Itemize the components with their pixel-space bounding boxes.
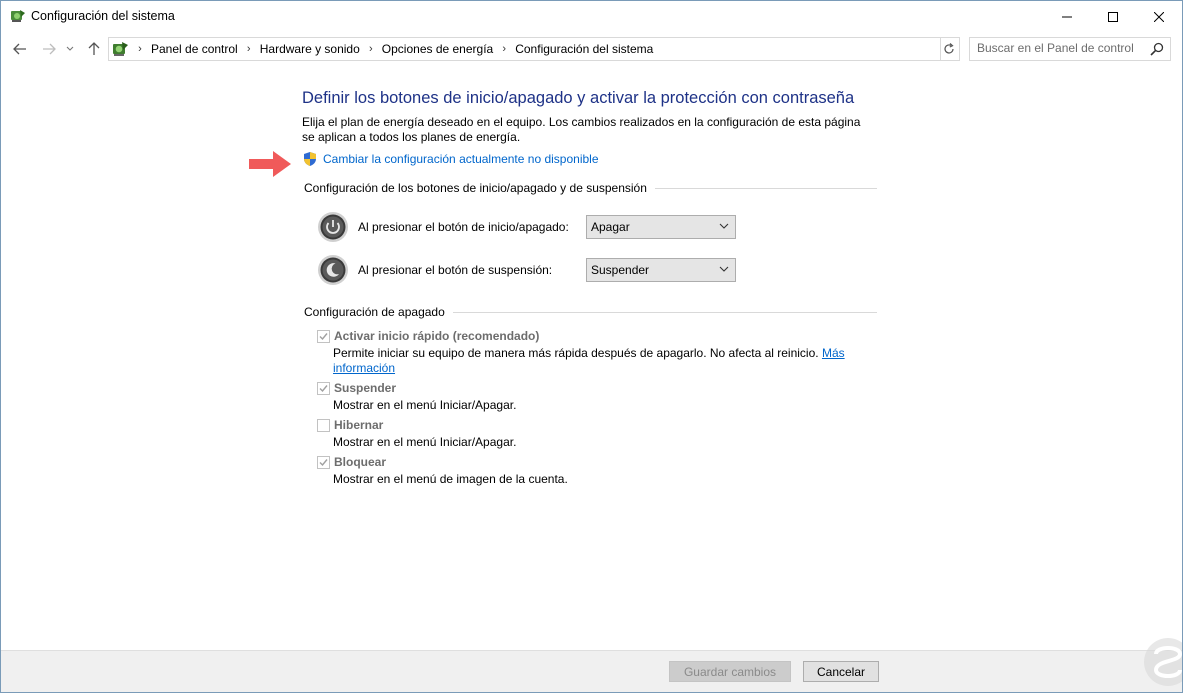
hibernate-description: Mostrar en el menú Iniciar/Apagar. (333, 435, 517, 449)
lock-checkbox[interactable] (317, 456, 330, 469)
window-title: Configuración del sistema (31, 9, 175, 23)
buttons-section-header: Configuración de los botones de inicio/a… (304, 181, 877, 195)
up-button[interactable] (84, 39, 104, 59)
section-title: Configuración de apagado (304, 305, 445, 319)
title-bar[interactable]: Configuración del sistema (1, 1, 1182, 32)
power-button-value: Apagar (591, 220, 630, 234)
power-button-select[interactable]: Apagar (586, 215, 736, 239)
control-panel-icon (111, 40, 129, 58)
navigation-bar: › Panel de control › Hardware y sonido ›… (1, 34, 1182, 64)
main-content: Definir los botones de inicio/apagado y … (1, 65, 1182, 650)
save-changes-button[interactable]: Guardar cambios (669, 661, 791, 682)
page-title: Definir los botones de inicio/apagado y … (302, 89, 855, 107)
divider (452, 311, 877, 313)
fast-startup-checkbox[interactable] (317, 330, 330, 343)
close-icon (1154, 11, 1164, 22)
breadcrumb-item-control-panel[interactable]: Panel de control (147, 42, 242, 56)
refresh-button[interactable] (939, 37, 960, 61)
window: Configuración del sistema › Panel de con… (0, 0, 1183, 693)
chevron-down-icon (66, 46, 74, 51)
sleep-button-icon (318, 255, 348, 285)
back-arrow-icon (13, 43, 26, 55)
shutdown-section-header: Configuración de apagado (304, 305, 877, 319)
minimize-button[interactable] (1044, 1, 1090, 32)
page-description: Elija el plan de energía deseado en el e… (302, 115, 861, 144)
hibernate-label: Hibernar (334, 418, 384, 432)
section-title: Configuración de los botones de inicio/a… (304, 181, 647, 195)
forward-arrow-icon (43, 43, 56, 55)
search-icon[interactable] (1150, 42, 1164, 56)
checkmark-icon (319, 459, 328, 467)
sleep-button-select[interactable]: Suspender (586, 258, 736, 282)
sleep-checkbox[interactable] (317, 382, 330, 395)
chevron-right-icon[interactable]: › (364, 43, 378, 55)
sleep-button-label: Al presionar el botón de suspensión: (358, 263, 553, 277)
footer-bar: Guardar cambios Cancelar (1, 650, 1182, 692)
sleep-button-value: Suspender (591, 263, 650, 277)
chevron-right-icon[interactable]: › (242, 43, 256, 55)
divider (654, 187, 877, 189)
search-input[interactable] (970, 38, 1149, 58)
breadcrumb-item-system-settings[interactable]: Configuración del sistema (511, 42, 657, 56)
change-unavailable-settings-link[interactable]: Cambiar la configuración actualmente no … (323, 152, 599, 166)
lock-label: Bloquear (334, 455, 387, 469)
sleep-label: Suspender (334, 381, 397, 395)
sleep-description: Mostrar en el menú Iniciar/Apagar. (333, 398, 517, 412)
power-button-row: Al presionar el botón de inicio/apagado:… (317, 211, 736, 243)
refresh-icon (944, 43, 954, 54)
maximize-button[interactable] (1090, 1, 1136, 32)
watermark-logo-icon (1144, 638, 1182, 686)
forward-button[interactable] (39, 39, 59, 59)
lock-description: Mostrar en el menú de imagen de la cuent… (333, 472, 568, 486)
fast-startup-description: Permite iniciar su equipo de manera más … (333, 346, 845, 376)
sleep-button-row: Al presionar el botón de suspensión: Sus… (317, 254, 736, 286)
address-bar[interactable]: › Panel de control › Hardware y sonido ›… (108, 37, 1040, 61)
maximize-icon (1108, 11, 1118, 22)
breadcrumb-item-power-options[interactable]: Opciones de energía (378, 42, 497, 56)
fast-startup-label: Activar inicio rápido (recomendado) (334, 329, 540, 343)
search-box[interactable] (969, 37, 1171, 61)
minimize-icon (1062, 16, 1072, 17)
breadcrumb: › Panel de control › Hardware y sonido ›… (109, 38, 657, 60)
more-info-link[interactable]: Más (822, 346, 845, 360)
checkmark-icon (319, 333, 328, 341)
arrow-icon (249, 151, 291, 177)
power-button-icon (318, 212, 348, 242)
breadcrumb-item-hardware-sound[interactable]: Hardware y sonido (256, 42, 364, 56)
hibernate-checkbox[interactable] (317, 419, 330, 432)
cancel-button[interactable]: Cancelar (803, 661, 879, 682)
fast-startup-description-text: Permite iniciar su equipo de manera más … (333, 346, 819, 360)
close-button[interactable] (1136, 1, 1182, 32)
chevron-right-icon[interactable]: › (497, 43, 511, 55)
checkmark-icon (319, 385, 328, 393)
chevron-down-icon (719, 223, 729, 229)
chevron-right-icon[interactable]: › (133, 43, 147, 55)
uac-shield-icon (302, 151, 318, 167)
up-arrow-icon (88, 42, 100, 55)
power-button-label: Al presionar el botón de inicio/apagado: (358, 220, 569, 234)
back-button[interactable] (10, 39, 30, 59)
power-options-icon (10, 8, 26, 24)
recent-locations-button[interactable] (63, 39, 77, 59)
more-info-link-continued[interactable]: información (333, 361, 395, 375)
chevron-down-icon (719, 266, 729, 272)
